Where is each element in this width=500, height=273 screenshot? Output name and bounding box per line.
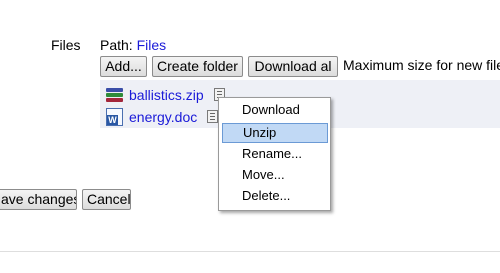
menu-item-rename[interactable]: Rename... bbox=[219, 145, 330, 165]
breadcrumb: Path: Files bbox=[100, 37, 166, 53]
file-menu-icon[interactable] bbox=[207, 110, 218, 123]
path-link-files[interactable]: Files bbox=[137, 37, 167, 53]
save-changes-button[interactable]: ave changes bbox=[0, 189, 77, 210]
files-label: Files bbox=[51, 37, 81, 53]
menu-item-download[interactable]: Download bbox=[219, 101, 330, 121]
divider bbox=[0, 251, 500, 252]
max-size-text: Maximum size for new file bbox=[343, 57, 500, 73]
menu-item-move[interactable]: Move... bbox=[219, 166, 330, 186]
create-folder-button[interactable]: Create folder bbox=[152, 56, 243, 77]
file-manager-form: Files Path: Files Add... Create folder D… bbox=[0, 0, 500, 273]
file-name-link[interactable]: energy.doc bbox=[129, 109, 197, 125]
menu-item-unzip[interactable]: Unzip bbox=[222, 123, 328, 143]
word-document-icon: W bbox=[106, 108, 123, 126]
path-label: Path: bbox=[100, 37, 133, 53]
file-context-menu: Download Unzip Rename... Move... Delete.… bbox=[218, 97, 331, 211]
cancel-button[interactable]: Cancel bbox=[82, 189, 131, 210]
file-name-link[interactable]: ballistics.zip bbox=[129, 87, 204, 103]
download-all-button[interactable]: Download al bbox=[248, 56, 338, 77]
add-button[interactable]: Add... bbox=[100, 56, 147, 77]
zip-archive-icon bbox=[106, 88, 123, 103]
menu-item-delete[interactable]: Delete... bbox=[219, 187, 330, 207]
